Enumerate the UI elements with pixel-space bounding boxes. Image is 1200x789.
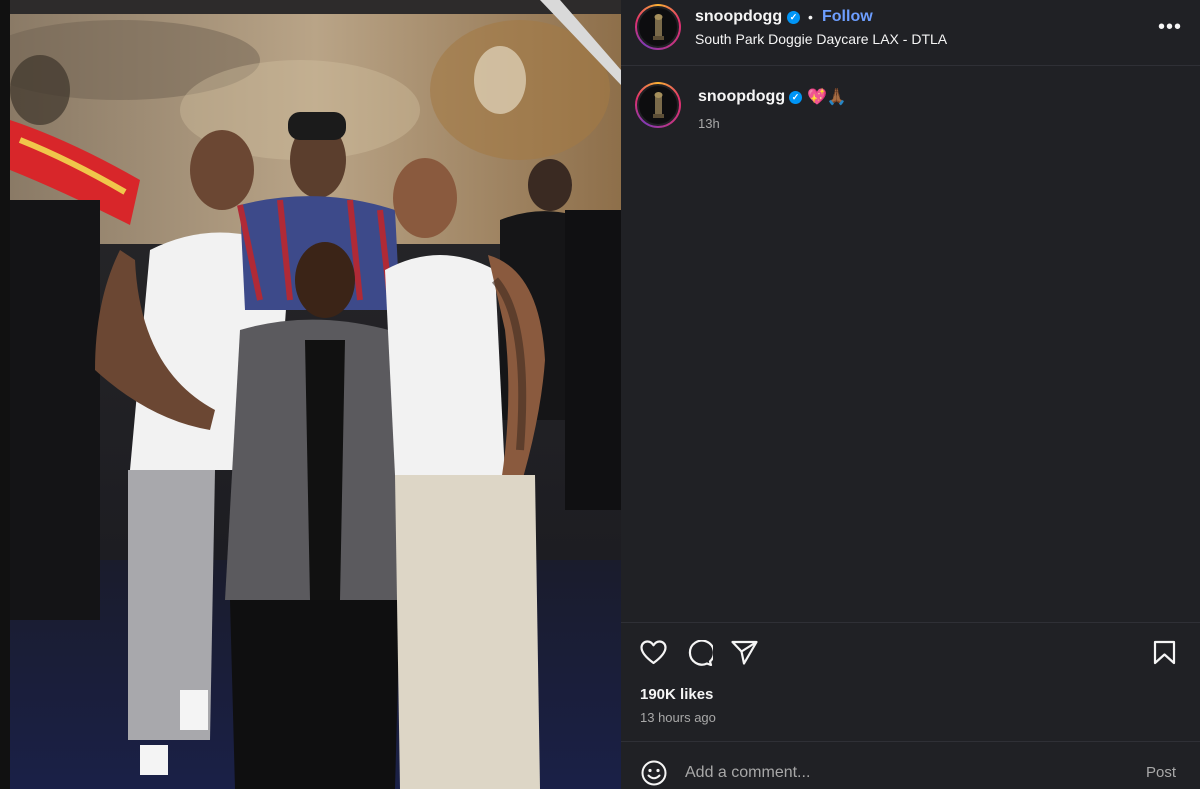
separator-dot: •: [808, 9, 813, 25]
paper-plane-icon[interactable]: [731, 640, 758, 670]
author-avatar[interactable]: [635, 4, 681, 50]
post-location[interactable]: South Park Doggie Daycare LAX - DTLA: [695, 31, 947, 47]
caption-username[interactable]: snoopdogg: [698, 88, 785, 106]
post-header: snoopdogg ✓ • Follow South Park Doggie D…: [621, 0, 1200, 66]
post-time[interactable]: 13 hours ago: [640, 710, 716, 725]
photo-illustration: [0, 0, 621, 789]
comment-bubble-icon[interactable]: [686, 639, 715, 671]
bookmark-icon[interactable]: [1153, 640, 1176, 670]
caption-text: 💖🙏🏾: [807, 89, 847, 106]
comment-input[interactable]: [685, 761, 1115, 785]
caption-timestamp[interactable]: 13h: [698, 116, 720, 131]
follow-button[interactable]: Follow: [822, 8, 873, 26]
heart-icon[interactable]: [640, 640, 667, 670]
post-comment-button[interactable]: Post: [1146, 764, 1176, 781]
post-photo[interactable]: [0, 0, 621, 789]
comment-bar: Post: [621, 741, 1200, 789]
post-details-panel: snoopdogg ✓ • Follow South Park Doggie D…: [621, 0, 1200, 789]
actions-divider: [621, 622, 1200, 623]
author-username[interactable]: snoopdogg: [695, 8, 782, 26]
avatar-figure-icon: [653, 14, 664, 40]
more-options-icon[interactable]: •••: [1158, 16, 1182, 39]
avatar-figure-icon: [653, 92, 664, 118]
like-count[interactable]: 190K likes: [640, 686, 713, 703]
smiley-icon[interactable]: [641, 760, 667, 789]
verified-badge-icon: ✓: [789, 91, 802, 104]
caption-avatar[interactable]: [635, 82, 681, 128]
verified-badge-icon: ✓: [787, 11, 800, 24]
